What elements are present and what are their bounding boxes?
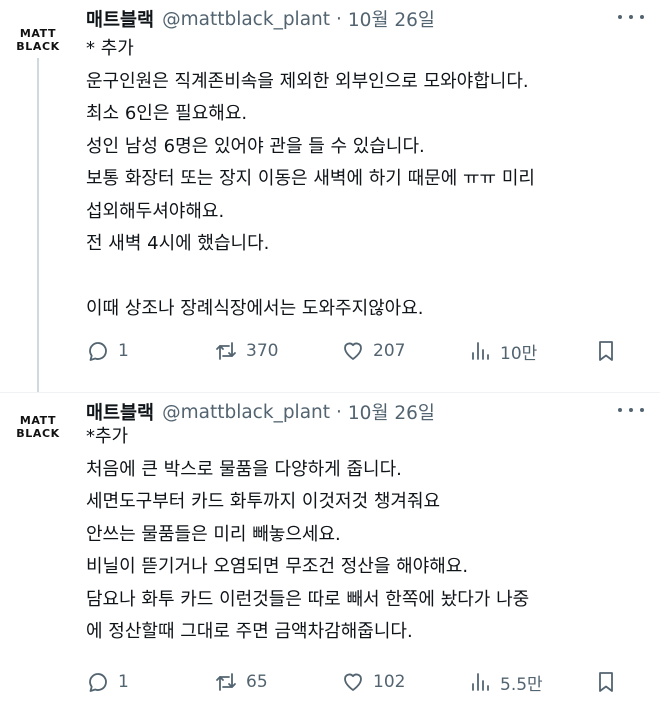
reply-icon [89, 342, 107, 361]
timestamp[interactable]: 10월 26일 [348, 6, 435, 32]
like-button[interactable]: 102 [341, 664, 405, 700]
retweet-count: 65 [246, 672, 268, 692]
retweet-count: 370 [246, 341, 279, 361]
bookmark-icon [599, 672, 613, 692]
tweet-header: 매트블랙 @mattblack_plant · 10월 26일 [86, 4, 640, 34]
avatar[interactable]: MATT BLACK [8, 405, 68, 449]
tweet-text: *추가 처음에 큰 박스로 물품을 다양하게 줍니다. 세면도구부터 카드 화투… [86, 426, 530, 642]
like-count: 102 [373, 672, 406, 692]
avatar-text-line2: BLACK [16, 40, 60, 53]
tweet[interactable]: MATT BLACK 매트블랙 @mattblack_plant · 10월 2… [0, 0, 660, 393]
thread-line [37, 58, 39, 392]
reply-count: 1 [118, 672, 129, 692]
views-icon [472, 342, 489, 360]
like-icon [344, 342, 362, 360]
avatar[interactable]: MATT BLACK [8, 18, 68, 62]
tweet[interactable]: MATT BLACK 매트블랙 @mattblack_plant · 10월 2… [0, 393, 660, 704]
more-icon[interactable] [618, 7, 644, 27]
retweet-icon [216, 673, 236, 691]
separator: · [336, 8, 342, 30]
views-count: 5.5만 [500, 674, 543, 695]
reply-icon [89, 673, 107, 692]
views-icon [472, 673, 489, 691]
views-button[interactable]: 10만 [468, 333, 537, 369]
more-icon[interactable] [618, 400, 644, 420]
avatar-text-line2: BLACK [16, 427, 60, 440]
bookmark-icon [599, 341, 613, 361]
display-name[interactable]: 매트블랙 [86, 6, 154, 32]
action-bar: 1 65 102 5.5만 [86, 664, 640, 700]
reply-button[interactable]: 1 [86, 664, 129, 700]
separator: · [336, 401, 342, 423]
retweet-button[interactable]: 370 [214, 333, 278, 369]
views-button[interactable]: 5.5만 [468, 664, 543, 700]
handle[interactable]: @mattblack_plant [162, 9, 330, 30]
views-count: 10만 [500, 343, 538, 364]
bookmark-button[interactable] [594, 664, 618, 700]
reply-count: 1 [118, 341, 129, 361]
reply-button[interactable]: 1 [86, 333, 129, 369]
like-icon [344, 673, 362, 691]
like-count: 207 [373, 341, 406, 361]
handle[interactable]: @mattblack_plant [162, 402, 330, 423]
bookmark-button[interactable] [594, 333, 618, 369]
like-button[interactable]: 207 [341, 333, 405, 369]
action-bar: 1 370 207 10만 [86, 333, 640, 369]
avatar-text-line1: MATT [19, 414, 57, 427]
retweet-icon [216, 342, 236, 360]
retweet-button[interactable]: 65 [214, 664, 268, 700]
avatar-text-line1: MATT [19, 27, 57, 40]
tweet-text: * 추가 운구인원은 직계존비속을 제외한 외부인으로 모와야합니다. 최소 6… [86, 38, 535, 319]
